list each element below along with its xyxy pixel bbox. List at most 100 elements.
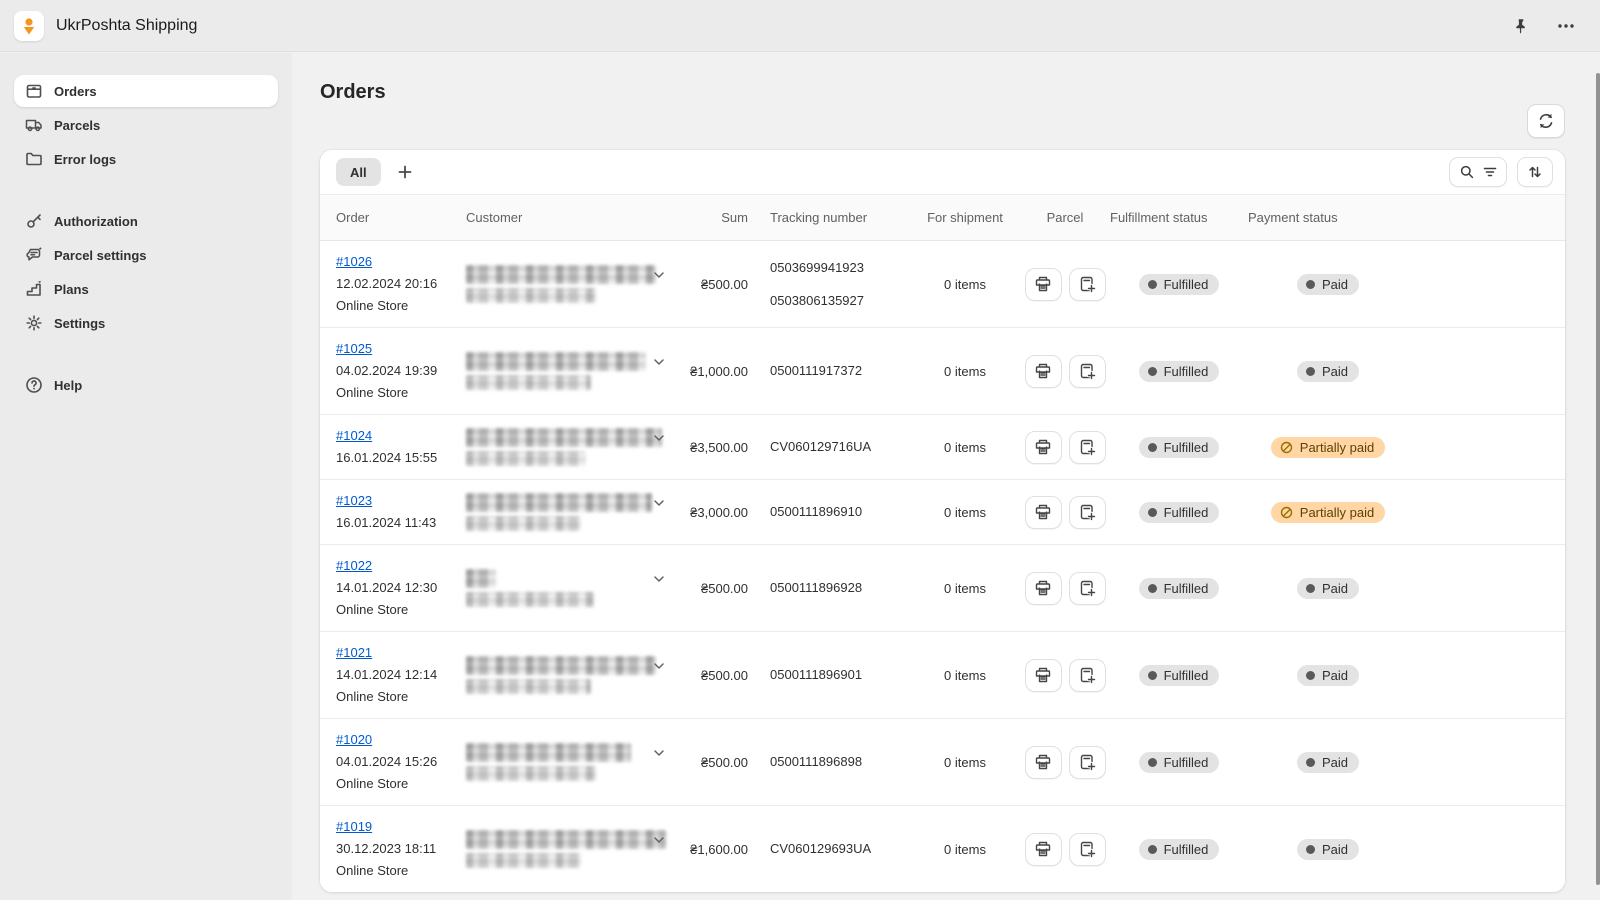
table-row[interactable]: #1022 14.01.2024 12:30 Online Store ₴500… (320, 545, 1565, 632)
sidebar-item-orders[interactable]: Orders (14, 75, 278, 107)
table-row[interactable]: #1023 16.01.2024 11:43 ₴3,000.00 0500111… (320, 480, 1565, 545)
print-label-button[interactable] (1025, 355, 1062, 388)
sidebar-item-error-logs[interactable]: Error logs (14, 143, 278, 175)
add-parcel-button[interactable] (1069, 355, 1106, 388)
print-label-button[interactable] (1025, 572, 1062, 605)
tracking-number: 0500111896910 (770, 501, 910, 523)
order-date: 12.02.2024 20:16 (336, 273, 466, 295)
tracking-number: 0500111917372 (770, 360, 910, 382)
tracking-cell: 0500111896910 (752, 501, 910, 523)
order-link[interactable]: #1024 (336, 428, 372, 443)
sidebar-section-help: Help (14, 369, 278, 401)
payment-status-label: Partially paid (1300, 505, 1374, 520)
fulfillment-status-label: Fulfilled (1164, 668, 1209, 683)
add-parcel-button[interactable] (1069, 431, 1106, 464)
payment-status-cell: Paid (1248, 665, 1408, 686)
tab-all[interactable]: All (336, 158, 381, 186)
order-link[interactable]: #1020 (336, 732, 372, 747)
sidebar-item-parcel-settings[interactable]: Parcel settings (14, 239, 278, 271)
vertical-scrollbar[interactable] (1596, 73, 1600, 885)
parcel-cell (1020, 659, 1110, 692)
add-parcel-button[interactable] (1069, 496, 1106, 529)
overflow-menu-icon[interactable] (1556, 16, 1576, 36)
printer-icon (1034, 840, 1052, 858)
print-label-button[interactable] (1025, 659, 1062, 692)
table-row[interactable]: #1026 12.02.2024 20:16 Online Store ₴500… (320, 241, 1565, 328)
search-filter-button[interactable] (1449, 157, 1507, 187)
add-parcel-button[interactable] (1069, 268, 1106, 301)
payment-status-badge: Partially paid (1271, 502, 1385, 523)
sidebar-item-help[interactable]: Help (14, 369, 278, 401)
add-parcel-button[interactable] (1069, 746, 1106, 779)
order-link[interactable]: #1021 (336, 645, 372, 660)
status-dot-icon (1148, 584, 1157, 593)
order-link[interactable]: #1026 (336, 254, 372, 269)
print-label-button[interactable] (1025, 431, 1062, 464)
sidebar-item-label: Parcels (54, 118, 100, 133)
payment-status-cell: Partially paid (1248, 437, 1408, 458)
sort-icon (1527, 164, 1543, 180)
payment-status-cell: Paid (1248, 839, 1408, 860)
tracking-cell: CV060129716UA (752, 436, 910, 458)
print-label-button[interactable] (1025, 496, 1062, 529)
order-date: 04.01.2024 15:26 (336, 751, 466, 773)
payment-status-cell: Paid (1248, 361, 1408, 382)
sidebar: Orders Parcels Error logs (0, 53, 292, 900)
order-cell: #1023 16.01.2024 11:43 (336, 490, 466, 534)
order-cell: #1021 14.01.2024 12:14 Online Store (336, 642, 466, 708)
sidebar-item-plans[interactable]: Plans (14, 273, 278, 305)
fulfillment-status-badge: Fulfilled (1139, 502, 1220, 523)
shipment-count: 0 items (910, 505, 1020, 520)
table-row[interactable]: #1019 30.12.2023 18:11 Online Store ₴1,6… (320, 806, 1565, 892)
fulfillment-status-label: Fulfilled (1164, 277, 1209, 292)
payment-status-badge: Paid (1297, 665, 1359, 686)
order-channel: Online Store (336, 295, 466, 317)
customer-cell (466, 251, 678, 317)
fulfillment-status-badge: Fulfilled (1139, 274, 1220, 295)
table-row[interactable]: #1024 16.01.2024 15:55 ₴3,500.00 CV06012… (320, 415, 1565, 480)
sidebar-item-authorization[interactable]: Authorization (14, 205, 278, 237)
order-link[interactable]: #1019 (336, 819, 372, 834)
tracking-cell: 0500111896901 (752, 664, 910, 686)
chevron-down-icon[interactable] (652, 268, 666, 282)
sidebar-item-label: Parcel settings (54, 248, 147, 263)
customer-phone-redacted (466, 766, 596, 781)
app-logo-icon (14, 11, 44, 41)
chevron-down-icon[interactable] (652, 833, 666, 847)
chevron-down-icon[interactable] (652, 355, 666, 369)
customer-name-redacted (466, 569, 496, 588)
chevron-down-icon[interactable] (652, 746, 666, 760)
add-parcel-icon (1078, 840, 1096, 858)
print-label-button[interactable] (1025, 268, 1062, 301)
sidebar-item-settings[interactable]: Settings (14, 307, 278, 339)
chevron-down-icon[interactable] (652, 659, 666, 673)
table-row[interactable]: #1020 04.01.2024 15:26 Online Store ₴500… (320, 719, 1565, 806)
order-link[interactable]: #1022 (336, 558, 372, 573)
table-row[interactable]: #1025 04.02.2024 19:39 Online Store ₴1,0… (320, 328, 1565, 415)
order-link[interactable]: #1023 (336, 493, 372, 508)
topbar-actions (1512, 16, 1576, 36)
order-link[interactable]: #1025 (336, 341, 372, 356)
fulfillment-status-label: Fulfilled (1164, 581, 1209, 596)
add-parcel-icon (1078, 503, 1096, 521)
chevron-down-icon[interactable] (652, 572, 666, 586)
view-tabs: All (336, 158, 419, 186)
add-parcel-button[interactable] (1069, 572, 1106, 605)
add-view-button[interactable] (391, 158, 419, 186)
sidebar-item-parcels[interactable]: Parcels (14, 109, 278, 141)
add-parcel-button[interactable] (1069, 659, 1106, 692)
print-label-button[interactable] (1025, 833, 1062, 866)
sort-button[interactable] (1517, 157, 1553, 187)
shipment-count: 0 items (910, 842, 1020, 857)
chevron-down-icon[interactable] (652, 431, 666, 445)
customer-name-redacted (466, 830, 666, 849)
order-channel: Online Store (336, 860, 466, 882)
card-toolbar: All (320, 150, 1565, 194)
pin-icon[interactable] (1512, 17, 1530, 35)
print-label-button[interactable] (1025, 746, 1062, 779)
customer-name-redacted (466, 352, 646, 371)
table-row[interactable]: #1021 14.01.2024 12:14 Online Store ₴500… (320, 632, 1565, 719)
add-parcel-button[interactable] (1069, 833, 1106, 866)
refresh-button[interactable] (1527, 104, 1565, 138)
chevron-down-icon[interactable] (652, 496, 666, 510)
